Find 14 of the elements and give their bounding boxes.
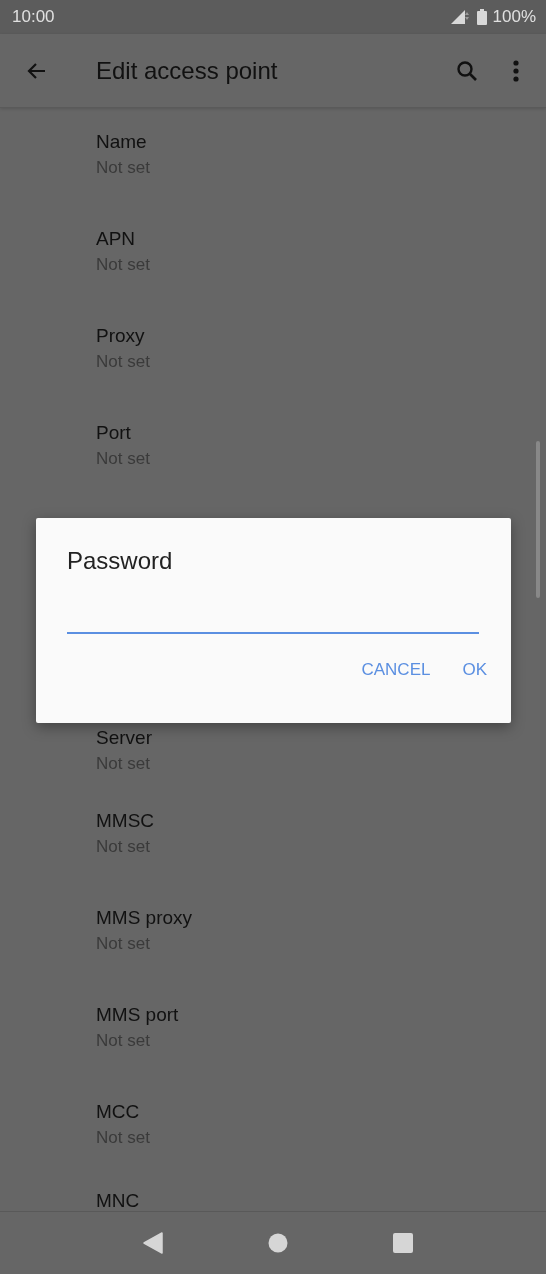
dialog-button[interactable]: CANCEL: [349, 652, 443, 688]
signal-icon: [450, 10, 471, 24]
battery-percent: 100%: [492, 7, 536, 27]
status-time: 10:00: [12, 7, 55, 27]
dialog-title: Password: [67, 546, 174, 576]
battery-icon: [476, 9, 487, 25]
screen-title: Edit access point: [96, 56, 279, 85]
dialog-button[interactable]: OK: [450, 652, 499, 688]
search-icon[interactable]: [455, 58, 479, 83]
square-icon[interactable]: [393, 1233, 414, 1253]
home-circle-icon[interactable]: [268, 1233, 288, 1253]
back-triangle-icon[interactable]: [142, 1232, 163, 1254]
setting-item[interactable]: MNC: [0, 1189, 546, 1211]
more-options-icon[interactable]: [513, 58, 519, 83]
